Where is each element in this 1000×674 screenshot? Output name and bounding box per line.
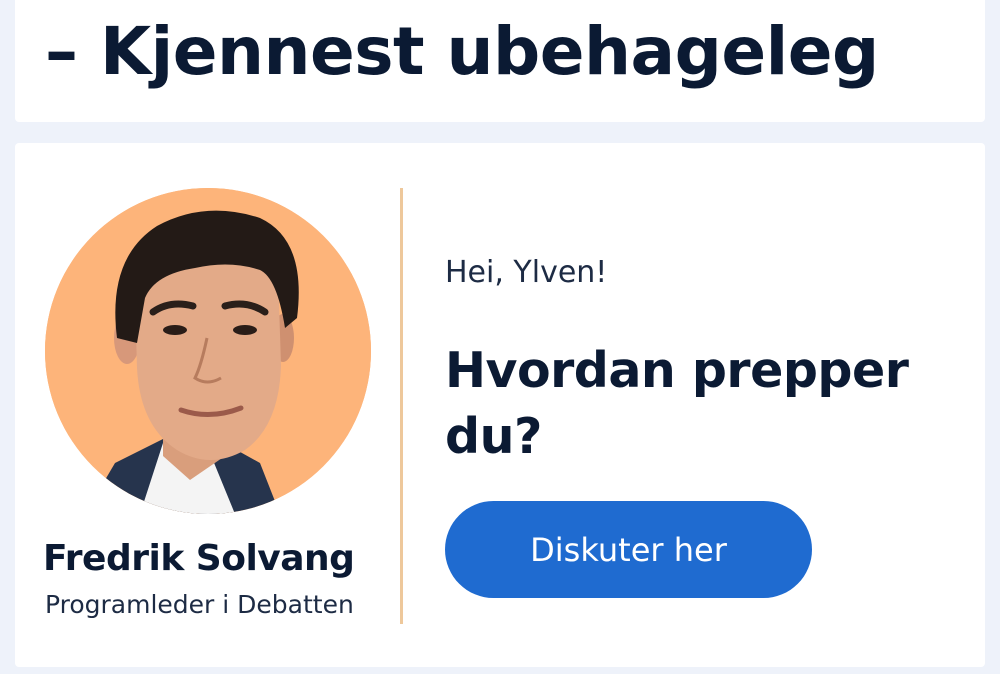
greeting-text: Hei, Ylven! [445, 255, 608, 290]
prompt-block: Hei, Ylven! Hvordan prepper du? Diskuter… [445, 143, 965, 667]
article-headline: – Kjennest ubehageleg [45, 13, 879, 90]
host-block: Fredrik Solvang Programleder i Debatten [15, 143, 400, 667]
host-avatar [45, 188, 371, 514]
host-name: Fredrik Solvang [43, 538, 355, 579]
host-role: Programleder i Debatten [45, 590, 354, 619]
debate-question: Hvordan prepper du? [445, 342, 909, 465]
host-portrait-image [45, 188, 371, 514]
discuss-button[interactable]: Diskuter her [445, 501, 812, 598]
headline-card: – Kjennest ubehageleg [15, 0, 985, 122]
vertical-divider [400, 188, 403, 624]
debate-card: Fredrik Solvang Programleder i Debatten … [15, 143, 985, 667]
